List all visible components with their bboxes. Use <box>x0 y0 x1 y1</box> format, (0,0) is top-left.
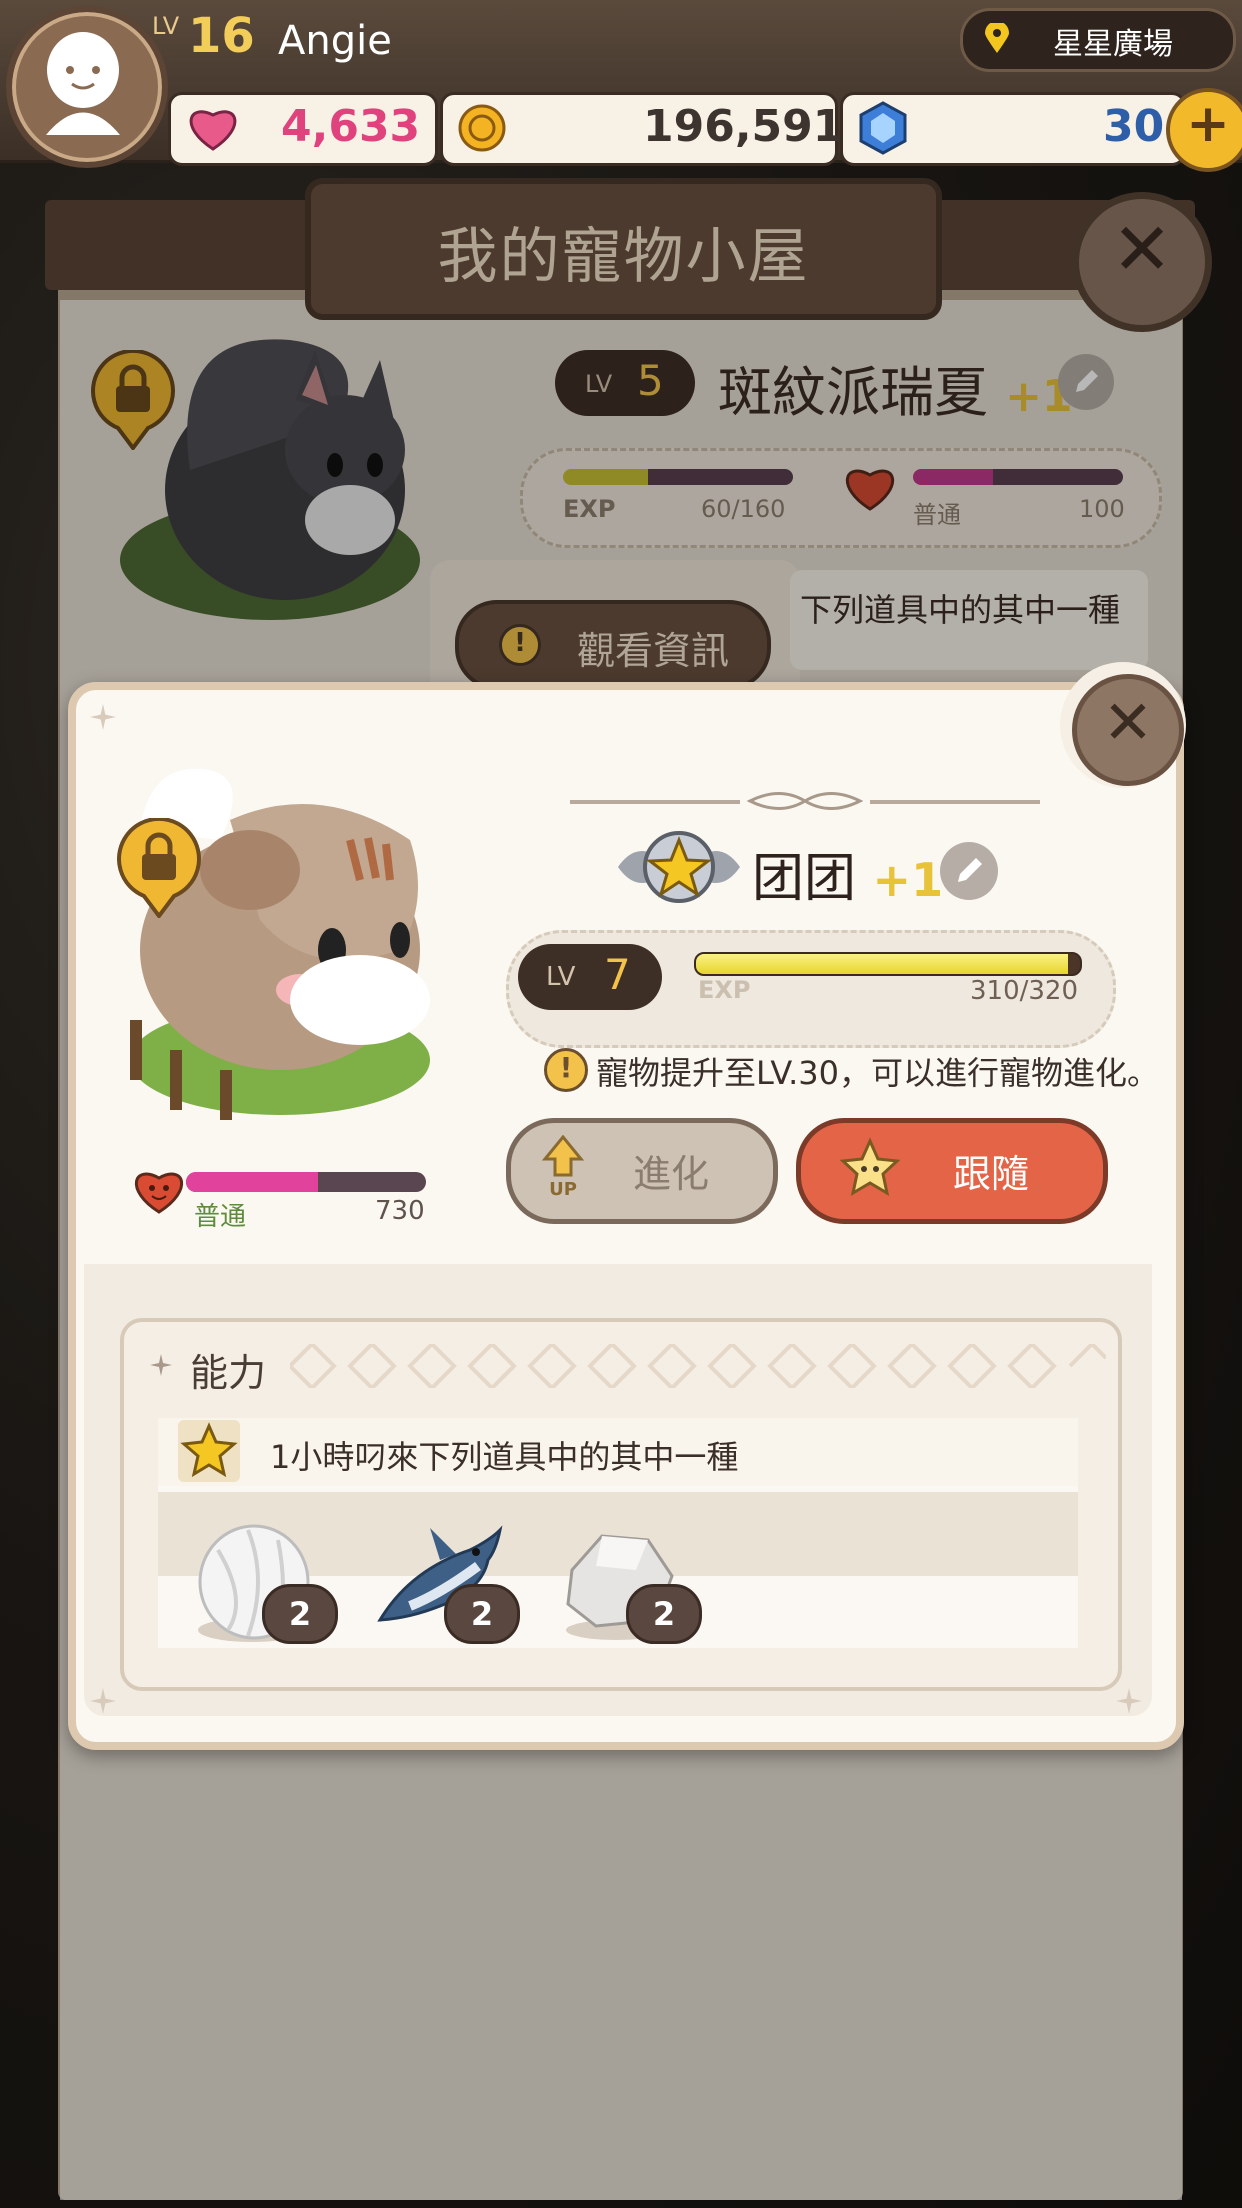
corner-sparkle-icon <box>90 1688 116 1714</box>
location-label: 星星廣場 <box>1053 27 1173 62</box>
item-count-badge: 2 <box>262 1584 338 1644</box>
evolve-label: 進化 <box>633 1152 710 1196</box>
location-pin-icon <box>985 23 1009 53</box>
follow-button[interactable]: 跟隨 <box>796 1118 1108 1224</box>
mood-value: 730 <box>375 1196 425 1226</box>
avatar-face-icon <box>46 32 120 135</box>
evolve-button[interactable]: UP 進化 <box>506 1118 778 1224</box>
item-count-badge: 2 <box>626 1584 702 1644</box>
pet-name: 团团 +1 <box>752 836 943 911</box>
ability-title: 能力 <box>190 1351 267 1395</box>
close-icon: ✕ <box>1102 688 1154 758</box>
exp-progress-fill <box>696 954 1069 974</box>
lock-icon <box>116 816 202 920</box>
level-value: 7 <box>604 950 631 999</box>
star-rank-badge-icon <box>618 831 740 903</box>
pencil-icon <box>958 858 982 882</box>
bonus-label: +1 <box>872 853 944 907</box>
item-count: 2 <box>652 1595 676 1633</box>
corner-sparkle-icon <box>1116 1688 1142 1714</box>
popup-close-circle: ✕ <box>1072 674 1184 786</box>
ornament-center <box>740 786 870 816</box>
popup-close-button[interactable]: ✕ <box>1060 662 1186 788</box>
level-label: LV <box>546 962 576 992</box>
hearts-counter: 4,633 <box>168 92 438 166</box>
heart-currency-icon <box>189 110 237 151</box>
ability-desc: 1小時叼來下列道具中的其中一種 <box>270 1438 739 1476</box>
diamond-pattern <box>287 1341 1108 1391</box>
notice-icon: ! <box>544 1048 588 1092</box>
coin-icon <box>458 104 506 152</box>
star-pet-icon <box>839 1137 901 1197</box>
gem-icon <box>859 101 907 155</box>
gems-value: 30 <box>1103 101 1165 152</box>
follow-label: 跟隨 <box>953 1152 1030 1196</box>
player-name: Angie <box>278 18 392 64</box>
add-gems-button[interactable]: + <box>1166 88 1242 172</box>
level-up-text: UP <box>549 1179 577 1199</box>
coins-value: 196,591 <box>643 101 844 152</box>
evolve-notice: 寵物提升至LV.30，可以進行寵物進化。 <box>596 1054 1159 1092</box>
rename-button[interactable] <box>940 842 998 900</box>
sparkle-icon <box>150 1354 172 1376</box>
plus-icon: + <box>1186 94 1230 154</box>
mood-progress-fill <box>186 1172 318 1192</box>
item-count-badge: 2 <box>444 1584 520 1644</box>
pet-image[interactable] <box>110 750 440 1130</box>
gems-counter: 30 <box>840 92 1186 166</box>
player-level: 16 <box>188 8 255 64</box>
exp-label: EXP <box>698 976 751 1004</box>
item-count: 2 <box>470 1595 494 1633</box>
mood-label: 普通 <box>194 1202 247 1232</box>
corner-sparkle-icon <box>90 704 116 730</box>
coins-counter: 196,591 <box>440 92 843 166</box>
avatar[interactable] <box>6 6 168 168</box>
mood-heart-icon <box>135 1172 183 1214</box>
exp-value: 310/320 <box>970 976 1079 1006</box>
exp-progress-bar <box>694 952 1082 976</box>
pet-level: LV 7 <box>518 944 662 1010</box>
hearts-value: 4,633 <box>281 101 421 152</box>
item-count: 2 <box>288 1595 312 1633</box>
level-up-icon: UP <box>541 1135 585 1199</box>
pet-name-text: 团团 <box>752 849 857 909</box>
ability-star-icon <box>178 1420 240 1482</box>
player-level-label: LV <box>152 12 180 40</box>
mood-progress-bar <box>186 1172 426 1192</box>
location-button[interactable]: 星星廣場 <box>960 8 1236 72</box>
